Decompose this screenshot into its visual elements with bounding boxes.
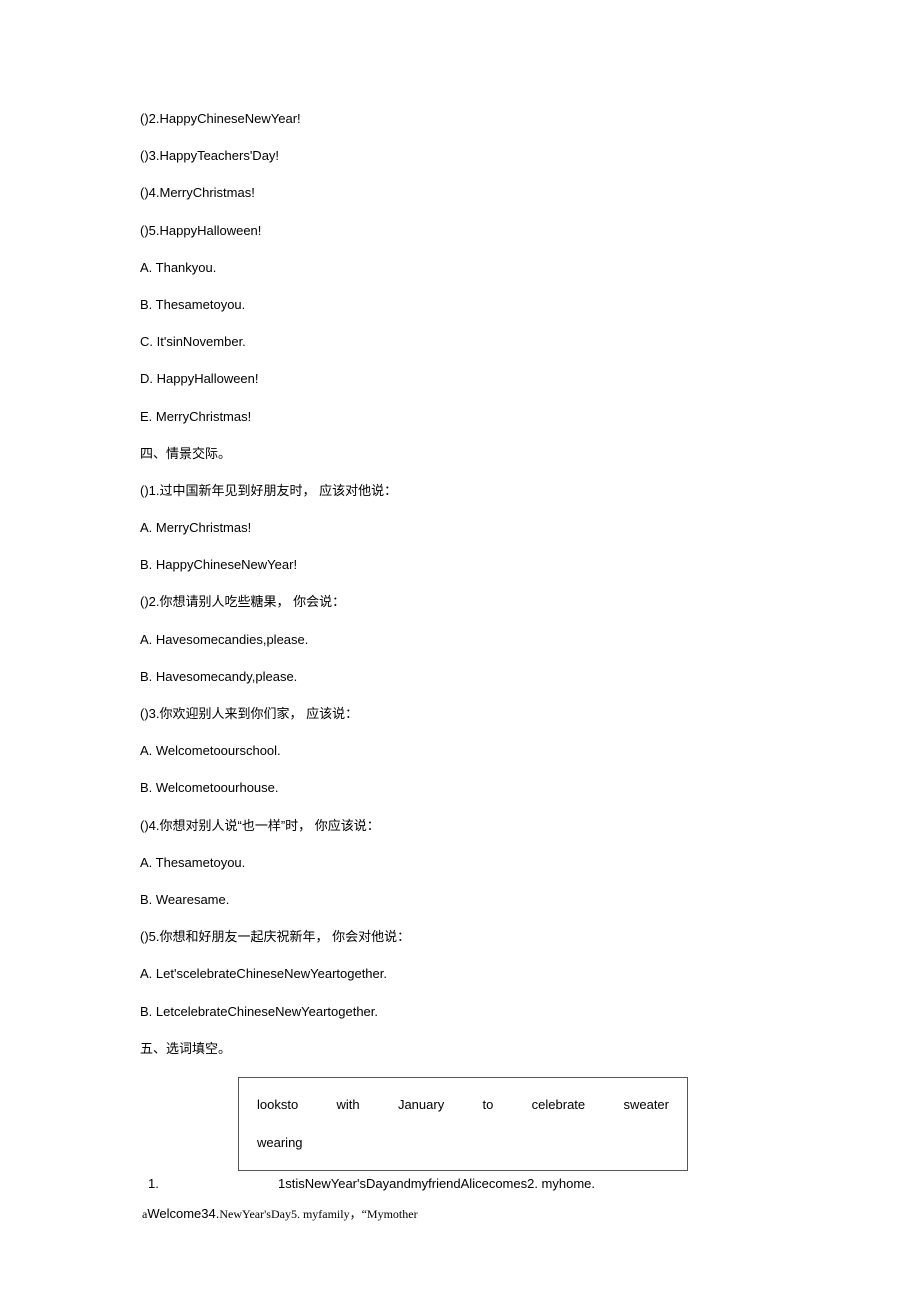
word-bank-word: looksto xyxy=(257,1096,298,1114)
fill-text: Welcome34. xyxy=(147,1206,219,1221)
q4-option-a: A. Thesametoyou. xyxy=(140,854,780,872)
section-4-title: 四、情景交际。 xyxy=(140,445,780,463)
match-option: C. It'sinNovember. xyxy=(140,333,780,351)
word-bank-box: looksto with January to celebrate sweate… xyxy=(238,1077,688,1171)
word-bank-word: to xyxy=(483,1096,494,1114)
q3-option-b: B. Welcometoourhouse. xyxy=(140,779,780,797)
match-item: ()3.HappyTeachers'Day! xyxy=(140,147,780,165)
q5-option-b: B. LetcelebrateChineseNewYeartogether. xyxy=(140,1003,780,1021)
q2-option-b: B. Havesomecandy,please. xyxy=(140,668,780,686)
fill-number: 1. xyxy=(148,1175,168,1193)
q5-option-a: A. Let'scelebrateChineseNewYeartogether. xyxy=(140,965,780,983)
section-5-title: 五、选词填空。 xyxy=(140,1040,780,1058)
q3-prompt: ()3.你欢迎别人来到你们家， 应该说： xyxy=(140,705,780,723)
word-bank-word: sweater xyxy=(623,1096,669,1114)
match-option: B. Thesametoyou. xyxy=(140,296,780,314)
word-bank-word: January xyxy=(398,1096,444,1114)
q5-prompt: ()5.你想和好朋友一起庆祝新年， 你会对他说： xyxy=(140,928,780,946)
fill-text: NewYear'sDay5. myfamily，“Mymother xyxy=(219,1207,417,1221)
match-item: ()4.MerryChristmas! xyxy=(140,184,780,202)
word-bank-word: wearing xyxy=(257,1134,303,1152)
match-option: E. MerryChristmas! xyxy=(140,408,780,426)
match-option: A. Thankyou. xyxy=(140,259,780,277)
match-option: D. HappyHalloween! xyxy=(140,370,780,388)
q4-prompt: ()4.你想对别人说“也一样”时， 你应该说： xyxy=(140,817,780,835)
match-item: ()2.HappyChineseNewYear! xyxy=(140,110,780,128)
q1-option-b: B. HappyChineseNewYear! xyxy=(140,556,780,574)
document-page: ()2.HappyChineseNewYear! ()3.HappyTeache… xyxy=(0,0,920,1303)
fill-line-1: 1. 1stisNewYear'sDayandmyfriendAlicecome… xyxy=(140,1175,780,1193)
word-bank-word: celebrate xyxy=(532,1096,585,1114)
q1-prompt: ()1.过中国新年见到好朋友时， 应该对他说： xyxy=(140,482,780,500)
q2-option-a: A. Havesomecandies,please. xyxy=(140,631,780,649)
q3-option-a: A. Welcometoourschool. xyxy=(140,742,780,760)
match-item: ()5.HappyHalloween! xyxy=(140,222,780,240)
q4-option-b: B. Wearesame. xyxy=(140,891,780,909)
q1-option-a: A. MerryChristmas! xyxy=(140,519,780,537)
word-bank-row: looksto with January to celebrate sweate… xyxy=(257,1096,669,1114)
word-bank-word: with xyxy=(337,1096,360,1114)
q2-prompt: ()2.你想请别人吃些糖果， 你会说： xyxy=(140,593,780,611)
fill-line-2: aWelcome34.NewYear'sDay5. myfamily，“Mymo… xyxy=(142,1205,780,1223)
fill-text: 1stisNewYear'sDayandmyfriendAlicecomes2.… xyxy=(278,1175,595,1193)
word-bank-row: wearing xyxy=(257,1134,669,1152)
